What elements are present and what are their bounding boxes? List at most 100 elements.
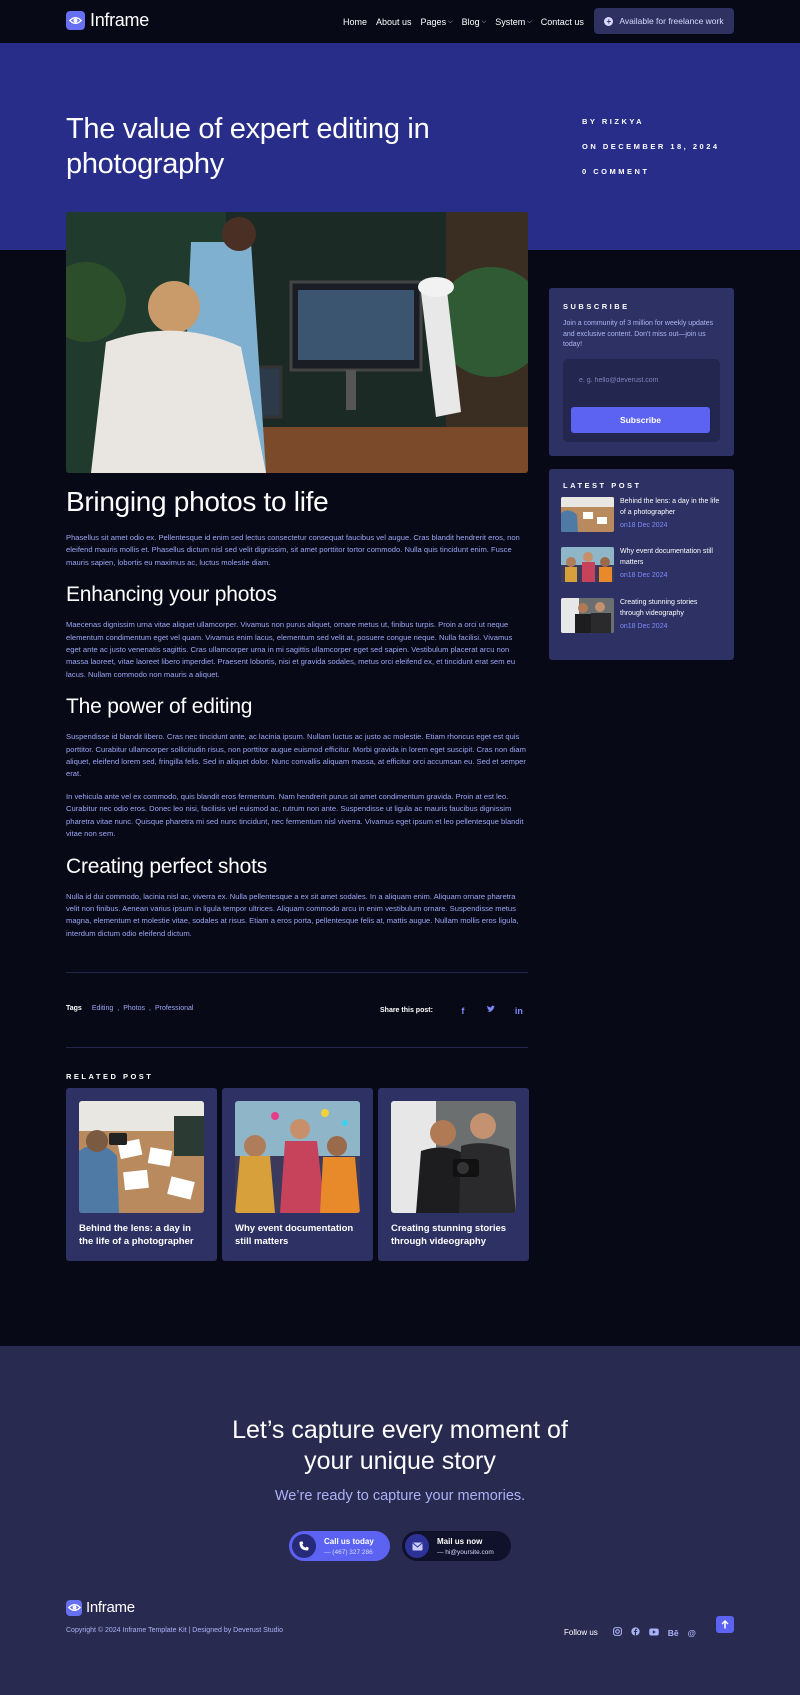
phone-icon bbox=[292, 1534, 316, 1558]
copyright: Copyright © 2024 Inframe Template Kit | … bbox=[66, 1627, 283, 1634]
latest-post-item[interactable]: Behind the lens: a day in the life of a … bbox=[561, 497, 720, 532]
plus-icon: + bbox=[604, 16, 614, 26]
freelance-label: Available for freelance work bbox=[619, 16, 724, 26]
nav-system[interactable]: System ⌵ bbox=[495, 17, 532, 27]
latest-post-thumbnail bbox=[561, 598, 614, 633]
twitter-icon[interactable] bbox=[477, 1005, 505, 1016]
follow-label: Follow us bbox=[564, 1628, 598, 1637]
subscribe-button[interactable]: Subscribe bbox=[571, 407, 710, 433]
post-meta: BY RIZKYA ON DECEMBER 18, 2024 0 COMMENT bbox=[582, 117, 720, 192]
related-post-title: RELATED POST bbox=[66, 1072, 154, 1081]
latest-post-item-title: Behind the lens: a day in the life of a … bbox=[620, 498, 720, 516]
subscribe-form: Subscribe bbox=[563, 359, 720, 442]
youtube-icon[interactable] bbox=[649, 1628, 659, 1638]
logo-text: Inframe bbox=[90, 10, 149, 30]
latest-post-thumbnail bbox=[561, 547, 614, 582]
article-paragraph: Suspendisse id blandit libero. Cras nec … bbox=[66, 732, 526, 779]
post-author[interactable]: BY RIZKYA bbox=[582, 117, 720, 142]
latest-post-item-title: Why event documentation still matters bbox=[620, 548, 713, 566]
latest-post-item-date: on18 Dec 2024 bbox=[620, 572, 668, 579]
related-photo bbox=[391, 1101, 516, 1213]
subscribe-title: SUBSCRIBE bbox=[563, 302, 630, 311]
mail-icon bbox=[405, 1534, 429, 1558]
cta-subheading: We’re ready to capture your memories. bbox=[274, 1488, 526, 1504]
share-bar: Share this post: f in bbox=[380, 1005, 533, 1016]
mail-us-label: Mail us now bbox=[437, 1537, 483, 1546]
facebook-icon[interactable]: f bbox=[449, 1006, 477, 1016]
arrow-up-icon bbox=[721, 1620, 729, 1629]
behance-icon[interactable]: Bē bbox=[668, 1628, 679, 1638]
latest-post-item[interactable]: Why event documentation still matters on… bbox=[561, 547, 720, 582]
related-card[interactable]: Why event documentation still matters bbox=[222, 1088, 373, 1261]
latest-post-title: LATEST POST bbox=[563, 481, 642, 490]
featured-photo bbox=[66, 212, 528, 473]
latest-post-thumbnail bbox=[561, 497, 614, 532]
linkedin-icon[interactable]: in bbox=[505, 1006, 533, 1016]
subscribe-widget: SUBSCRIBE Join a community of 3 million … bbox=[549, 288, 734, 456]
chevron-down-icon: ⌵ bbox=[481, 18, 487, 25]
related-card-title: Creating stunning stories through videog… bbox=[391, 1223, 507, 1247]
post-comments[interactable]: 0 COMMENT bbox=[582, 167, 720, 192]
divider bbox=[66, 1047, 528, 1048]
related-photo bbox=[79, 1101, 204, 1213]
eye-logo-icon bbox=[66, 11, 85, 30]
threads-icon[interactable]: @ bbox=[688, 1628, 696, 1638]
latest-post-item-date: on18 Dec 2024 bbox=[620, 522, 668, 529]
latest-post-widget: LATEST POST Behind the lens: a day in th… bbox=[549, 469, 734, 660]
cta-heading-line: Let’s capture every moment of bbox=[232, 1416, 568, 1444]
latest-post-item-title: Creating stunning stories through videog… bbox=[620, 599, 698, 617]
mail-us-address: — hi@yoursite.com bbox=[437, 1549, 494, 1556]
call-us-number: — (467) 327 286 bbox=[324, 1549, 373, 1556]
nav-contact-us[interactable]: Contact us bbox=[541, 17, 584, 27]
call-us-label: Call us today bbox=[324, 1537, 374, 1546]
post-title: The value of expert editing in photograp… bbox=[66, 113, 430, 180]
chevron-down-icon: ⌵ bbox=[448, 18, 453, 25]
article-paragraph: In vehicula ante vel ex commodo, quis bl… bbox=[66, 791, 524, 839]
eye-logo-icon bbox=[66, 1599, 82, 1616]
cta-heading: Let’s capture every moment of your uniqu… bbox=[0, 1415, 800, 1477]
article-body: Bringing photos to life Phasellus sit am… bbox=[66, 486, 528, 950]
freelance-button[interactable]: + Available for freelance work bbox=[594, 8, 734, 34]
tag-editing[interactable]: Editing bbox=[92, 1005, 113, 1012]
post-date: ON DECEMBER 18, 2024 bbox=[582, 142, 720, 151]
tag-list: Tags Editing, Photos, Professional bbox=[66, 1005, 194, 1012]
tag-photos[interactable]: Photos bbox=[123, 1005, 145, 1012]
facebook-icon[interactable] bbox=[631, 1627, 640, 1638]
cta-heading-line: your unique story bbox=[304, 1447, 496, 1475]
latest-post-item-date: on18 Dec 2024 bbox=[620, 623, 668, 630]
footer-logo[interactable]: Inframe bbox=[66, 1599, 135, 1616]
related-card-title: Behind the lens: a day in the life of a … bbox=[79, 1223, 194, 1247]
related-card[interactable]: Behind the lens: a day in the life of a … bbox=[66, 1088, 217, 1261]
scroll-to-top-button[interactable] bbox=[716, 1616, 734, 1633]
divider bbox=[66, 972, 528, 973]
nav-blog[interactable]: Blog ⌵ bbox=[462, 17, 487, 27]
article-subheading: Creating perfect shots bbox=[66, 854, 268, 878]
related-posts: Behind the lens: a day in the life of a … bbox=[66, 1088, 529, 1261]
mail-us-button[interactable]: Mail us now — hi@yoursite.com bbox=[402, 1531, 511, 1561]
top-navbar: Inframe Home About us Pages ⌵ Blog ⌵ Syste… bbox=[0, 0, 800, 43]
related-card-title: Why event documentation still matters bbox=[235, 1223, 354, 1247]
nav-about-us[interactable]: About us bbox=[376, 17, 412, 27]
social-links: Follow us Bē @ bbox=[564, 1627, 696, 1638]
article-heading: Bringing photos to life bbox=[66, 486, 329, 517]
latest-post-item[interactable]: Creating stunning stories through videog… bbox=[561, 598, 720, 633]
footer-cta-section bbox=[0, 1346, 800, 1695]
article-subheading: Enhancing your photos bbox=[66, 583, 277, 607]
email-field[interactable] bbox=[571, 369, 711, 391]
related-card[interactable]: Creating stunning stories through videog… bbox=[378, 1088, 529, 1261]
instagram-icon[interactable] bbox=[612, 1627, 622, 1638]
tags-label: Tags bbox=[66, 1005, 82, 1012]
nav-home[interactable]: Home bbox=[343, 17, 367, 27]
call-us-button[interactable]: Call us today — (467) 327 286 bbox=[289, 1531, 390, 1561]
article-paragraph: Nulla id dui commodo, lacinia nisl ac, v… bbox=[66, 891, 519, 938]
nav-pages[interactable]: Pages ⌵ bbox=[421, 17, 453, 27]
subscribe-text: Join a community of 3 million for weekly… bbox=[563, 320, 714, 348]
logo[interactable]: Inframe bbox=[66, 10, 149, 31]
related-photo bbox=[235, 1101, 360, 1213]
chevron-down-icon: ⌵ bbox=[527, 18, 532, 25]
article-paragraph: Phasellus sit amet odio ex. Pellentesque… bbox=[66, 533, 520, 567]
tag-professional[interactable]: Professional bbox=[155, 1005, 194, 1012]
main-nav: Home About us Pages ⌵ Blog ⌵ System ⌵ Conta… bbox=[343, 17, 593, 27]
article-subheading: The power of editing bbox=[66, 695, 253, 719]
footer-logo-text: Inframe bbox=[86, 1599, 135, 1616]
